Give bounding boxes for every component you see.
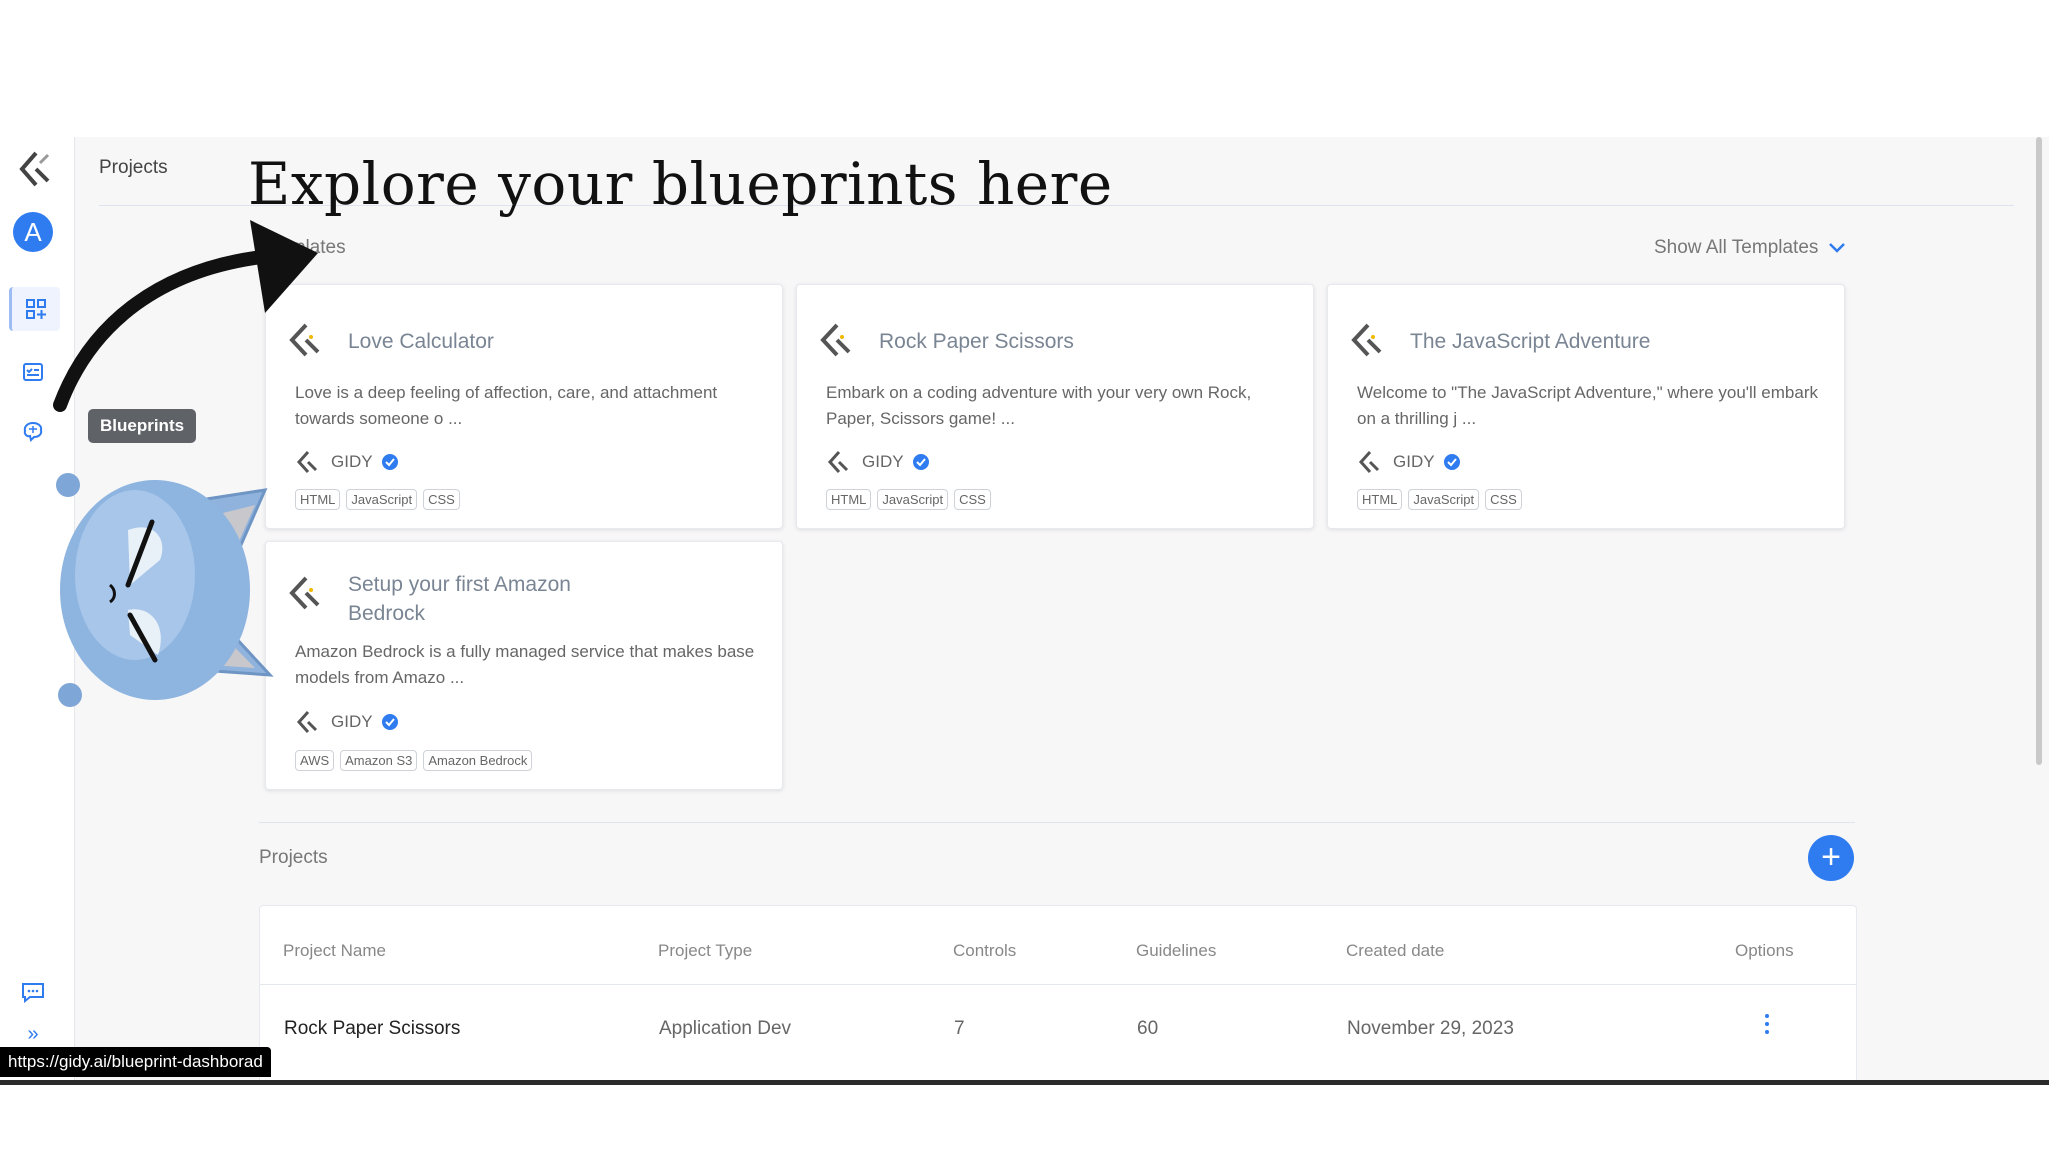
template-card[interactable]: Setup your first Amazon Bedrock Amazon B… [265, 541, 783, 790]
tag: JavaScript [1408, 489, 1480, 510]
project-created-date: November 29, 2023 [1347, 1018, 1514, 1039]
chevron-down-icon [1829, 243, 1846, 253]
tag: HTML [295, 489, 341, 510]
template-tags: HTML JavaScript CSS [295, 489, 460, 510]
tag: HTML [1357, 489, 1403, 510]
template-author: GIDY [1357, 448, 1461, 476]
tag: AWS [295, 750, 335, 771]
project-type: Application Dev [659, 1018, 792, 1039]
gidy-logo-icon [1351, 323, 1382, 357]
section-divider [259, 822, 1855, 823]
gidy-logo-icon[interactable] [14, 149, 58, 193]
tag: CSS [423, 489, 460, 510]
template-card[interactable]: Rock Paper Scissors Embark on a coding a… [796, 284, 1314, 529]
avatar[interactable]: A [13, 212, 53, 252]
verified-badge-icon [381, 714, 398, 730]
template-title: The JavaScript Adventure [1410, 330, 1651, 353]
template-author: GIDY [826, 448, 930, 476]
project-controls: 7 [954, 1018, 965, 1039]
verified-badge-icon [381, 454, 398, 470]
column-header[interactable]: Project Name [283, 941, 386, 961]
curved-arrow-icon [53, 220, 318, 412]
show-all-templates-button[interactable]: Show All Templates [1654, 237, 1846, 259]
projects-label: Projects [259, 847, 328, 868]
column-header[interactable]: Guidelines [1136, 941, 1216, 961]
gidy-logo-icon [296, 710, 318, 734]
template-tags: HTML JavaScript CSS [826, 489, 991, 510]
column-header[interactable]: Project Type [658, 941, 752, 961]
gidy-logo-icon [827, 450, 849, 474]
tag: CSS [954, 489, 991, 510]
dashboard-grid-icon [26, 299, 46, 319]
template-tags: HTML JavaScript CSS [1357, 489, 1522, 510]
template-description: Amazon Bedrock is a fully managed servic… [295, 642, 755, 687]
gidy-logo-icon [820, 323, 851, 357]
checklist-icon [23, 363, 43, 381]
column-header[interactable]: Created date [1346, 941, 1444, 961]
nav-chat[interactable] [9, 970, 57, 1014]
author-name: GIDY [1393, 452, 1435, 471]
project-guidelines: 60 [1137, 1018, 1159, 1039]
template-title: Rock Paper Scissors [879, 330, 1074, 353]
tag: Amazon Bedrock [423, 750, 533, 771]
add-project-button[interactable]: + [1808, 835, 1854, 881]
gidy-logo-icon [289, 576, 320, 610]
tag: JavaScript [346, 489, 418, 510]
status-url: https://gidy.ai/blueprint-dashborad [0, 1047, 271, 1077]
expand-icon: » [27, 1022, 39, 1045]
tag: JavaScript [877, 489, 949, 510]
verified-badge-icon [912, 454, 929, 470]
column-header: Options [1735, 941, 1794, 960]
nav-expand[interactable]: » [9, 1019, 57, 1049]
author-name: GIDY [331, 712, 373, 731]
show-all-label: Show All Templates [1654, 237, 1819, 258]
template-description: Love is a deep feeling of affection, car… [295, 383, 718, 428]
gidy-logo-icon [296, 450, 318, 474]
template-description: Embark on a coding adventure with your v… [826, 383, 1252, 428]
template-author: GIDY [295, 708, 399, 736]
breadcrumb[interactable]: Projects [99, 157, 168, 179]
template-author: GIDY [295, 448, 399, 476]
projects-table: Project Name Project Type Controls Guide… [259, 905, 1857, 1085]
brain-icon [23, 421, 43, 442]
template-card[interactable]: The JavaScript Adventure Welcome to "The… [1327, 284, 1845, 529]
table-header-divider [260, 984, 1856, 985]
template-title: Setup your first Amazon Bedrock [348, 573, 571, 625]
template-description: Welcome to "The JavaScript Adventure," w… [1357, 383, 1818, 428]
author-name: GIDY [862, 452, 904, 471]
options-menu-icon[interactable] [1765, 1014, 1771, 1038]
bottom-bar [0, 1080, 2049, 1085]
column-header[interactable]: Controls [953, 941, 1016, 961]
chat-icon [22, 983, 44, 1003]
tag: Amazon S3 [340, 750, 418, 771]
nav-blueprints[interactable] [9, 409, 57, 453]
scrollbar[interactable] [2036, 137, 2042, 765]
template-card[interactable]: Love Calculator Love is a deep feeling o… [265, 284, 783, 529]
tag: CSS [1485, 489, 1522, 510]
template-title: Love Calculator [348, 330, 494, 353]
gidy-logo-icon [1358, 450, 1380, 474]
verified-badge-icon [1443, 454, 1460, 470]
overlay-headline: Explore your blueprints here [248, 150, 1113, 218]
cat-mascot-icon [56, 473, 274, 707]
project-name[interactable]: Rock Paper Scissors [284, 1018, 460, 1040]
author-name: GIDY [331, 452, 373, 471]
template-tags: AWS Amazon S3 Amazon Bedrock [295, 750, 533, 771]
tag: HTML [826, 489, 872, 510]
